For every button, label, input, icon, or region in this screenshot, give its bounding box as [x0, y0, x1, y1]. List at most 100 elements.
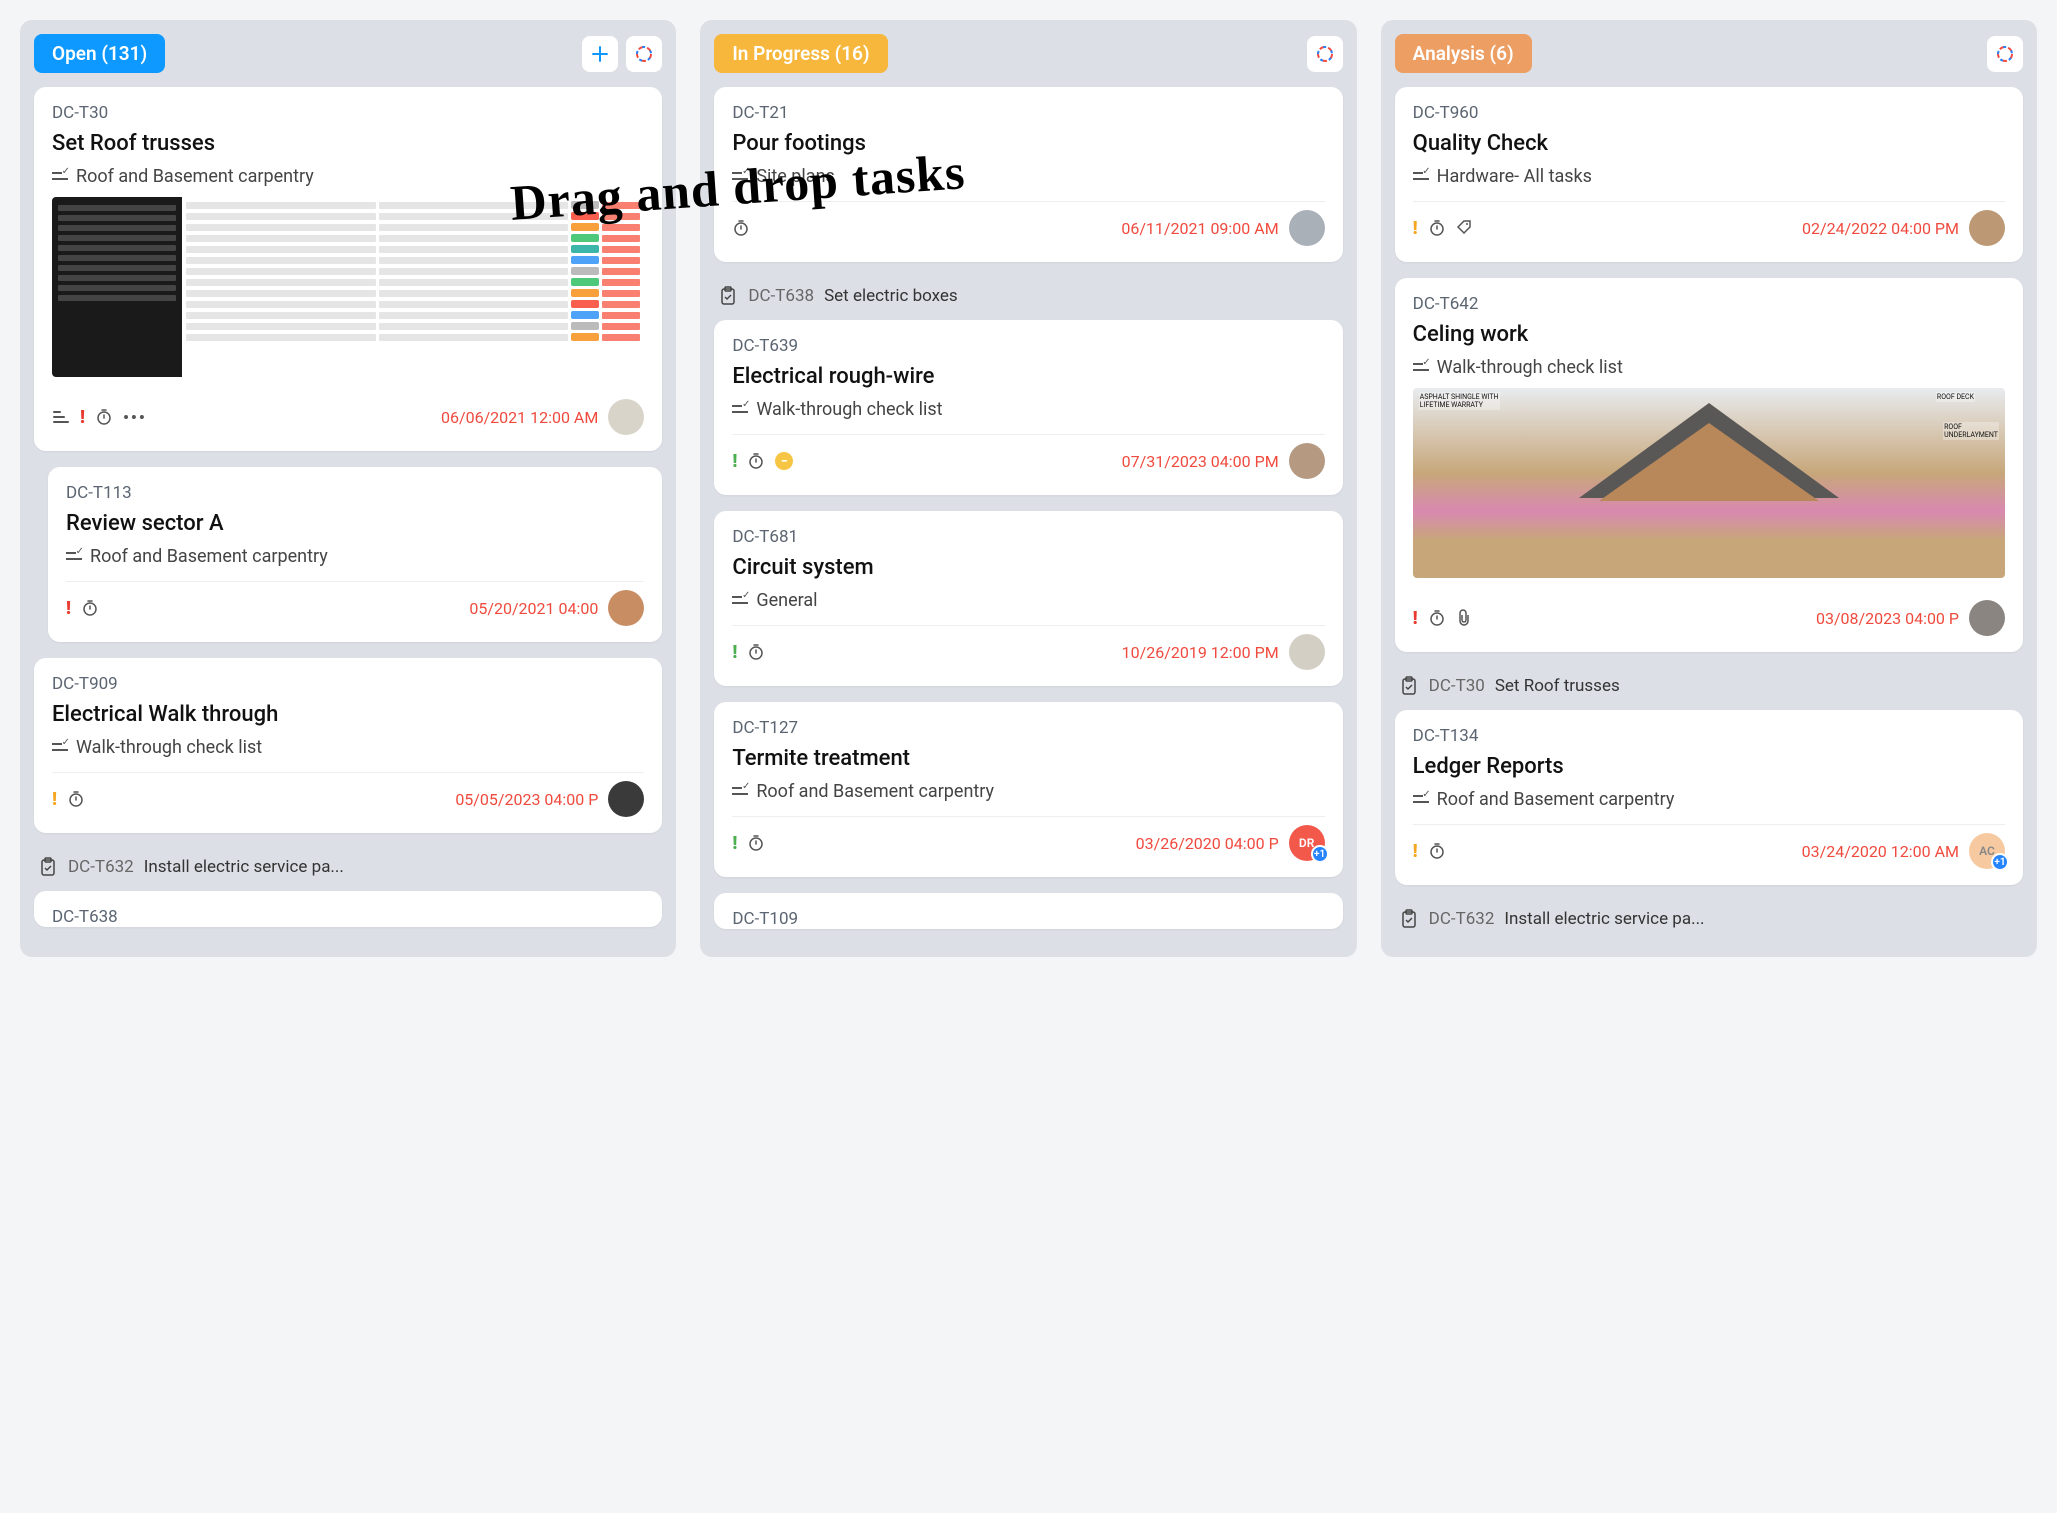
- task-date: 10/26/2019 12:00 PM: [1122, 643, 1279, 662]
- task-date: 03/08/2023 04:00 P: [1816, 609, 1959, 628]
- options-button[interactable]: [626, 36, 662, 72]
- linked-task[interactable]: DC-T638 Set electric boxes: [714, 278, 1342, 314]
- stopwatch-icon: [95, 408, 113, 426]
- add-task-button[interactable]: [582, 36, 618, 72]
- task-date: 05/05/2023 04:00 P: [455, 790, 598, 809]
- clipboard-icon: [38, 857, 58, 877]
- priority-icon: !: [66, 598, 71, 619]
- avatar-plus-badge: +1: [1311, 845, 1329, 863]
- avatar[interactable]: [1289, 210, 1325, 246]
- linked-task[interactable]: DC-T632 Install electric service pa...: [1395, 901, 2023, 937]
- circle-segments-icon: [1995, 44, 2015, 64]
- task-date: 06/11/2021 09:00 AM: [1121, 219, 1278, 238]
- task-card[interactable]: DC-T30 Set Roof trusses ✓ Roof and Basem…: [34, 87, 662, 451]
- task-list-name: Roof and Basement carpentry: [90, 546, 328, 567]
- task-id: DC-T21: [732, 103, 1324, 123]
- task-list-name: Site plans: [756, 166, 834, 187]
- column-pill-open[interactable]: Open (131): [34, 34, 165, 73]
- task-list: ✓ Walk-through check list: [732, 399, 1324, 420]
- task-list-name: Roof and Basement carpentry: [756, 781, 994, 802]
- task-list: ✓ Roof and Basement carpentry: [66, 546, 644, 567]
- avatar[interactable]: [608, 590, 644, 626]
- task-list-name: General: [756, 590, 817, 611]
- column-open: Open (131) DC-T30 Set Roof trusses ✓ Roo…: [20, 20, 676, 957]
- task-title: Review sector A: [66, 511, 644, 536]
- column-pill-analysis[interactable]: Analysis (6): [1395, 34, 1532, 73]
- stopwatch-icon: [67, 790, 85, 808]
- task-id: DC-T960: [1413, 103, 2005, 123]
- task-id: DC-T681: [732, 527, 1324, 547]
- task-id: DC-T127: [732, 718, 1324, 738]
- task-date: 03/24/2020 12:00 AM: [1802, 842, 1959, 861]
- options-button[interactable]: [1987, 36, 2023, 72]
- avatar[interactable]: AC +1: [1969, 833, 2005, 869]
- task-footer: 06/11/2021 09:00 AM: [732, 201, 1324, 246]
- avatar[interactable]: [1289, 443, 1325, 479]
- task-list-name: Roof and Basement carpentry: [76, 166, 314, 187]
- task-date: 07/31/2023 04:00 PM: [1122, 452, 1279, 471]
- task-card-partial[interactable]: DC-T638: [34, 891, 662, 927]
- avatar[interactable]: [1969, 210, 2005, 246]
- linked-task-id: DC-T638: [748, 286, 814, 306]
- task-card[interactable]: DC-T21 Pour footings ✓ Site plans 06/11/…: [714, 87, 1342, 262]
- linked-task-id: DC-T30: [1429, 676, 1485, 696]
- task-footer: ! ••• 06/06/2021 12:00 AM: [52, 391, 644, 435]
- linked-task[interactable]: DC-T30 Set Roof trusses: [1395, 668, 2023, 704]
- list-icon: ✓: [1413, 793, 1429, 807]
- list-icon: ✓: [52, 170, 68, 184]
- column-header: Analysis (6): [1395, 34, 2023, 73]
- plus-icon: [590, 44, 610, 64]
- task-date: 06/06/2021 12:00 AM: [441, 408, 598, 427]
- task-footer: ! 05/05/2023 04:00 P: [52, 772, 644, 817]
- task-card[interactable]: DC-T909 Electrical Walk through ✓ Walk-t…: [34, 658, 662, 833]
- task-card[interactable]: DC-T127 Termite treatment ✓ Roof and Bas…: [714, 702, 1342, 877]
- task-list-name: Hardware- All tasks: [1437, 166, 1592, 187]
- avatar[interactable]: [608, 399, 644, 435]
- task-title: Quality Check: [1413, 131, 2005, 156]
- task-card[interactable]: DC-T134 Ledger Reports ✓ Roof and Baseme…: [1395, 710, 2023, 885]
- task-id: DC-T642: [1413, 294, 2005, 314]
- avatar[interactable]: [1969, 600, 2005, 636]
- task-id: DC-T134: [1413, 726, 2005, 746]
- avatar[interactable]: [1289, 634, 1325, 670]
- task-title: Circuit system: [732, 555, 1324, 580]
- task-footer: ! 05/20/2021 04:00: [66, 581, 644, 626]
- column-pill-inprogress[interactable]: In Progress (16): [714, 34, 887, 73]
- avatar-plus-badge: +1: [1991, 853, 2009, 871]
- priority-icon: !: [1413, 218, 1418, 239]
- priority-icon: !: [732, 451, 737, 472]
- task-card-partial[interactable]: DC-T109: [714, 893, 1342, 929]
- more-icon[interactable]: •••: [123, 408, 147, 427]
- task-title: Electrical rough-wire: [732, 364, 1324, 389]
- task-id: DC-T109: [732, 909, 1324, 929]
- stopwatch-icon: [747, 643, 765, 661]
- task-card[interactable]: DC-T960 Quality Check ✓ Hardware- All ta…: [1395, 87, 2023, 262]
- task-date: 03/26/2020 04:00 P: [1136, 834, 1279, 853]
- linked-task-title: Install electric service pa...: [144, 857, 344, 877]
- avatar[interactable]: [608, 781, 644, 817]
- task-list-name: Roof and Basement carpentry: [1437, 789, 1675, 810]
- circle-segments-icon: [634, 44, 654, 64]
- avatar[interactable]: DR +1: [1289, 825, 1325, 861]
- task-footer: ! 02/24/2022 04:00 PM: [1413, 201, 2005, 246]
- list-icon: ✓: [66, 550, 82, 564]
- paperclip-icon: [1456, 609, 1472, 627]
- task-thumbnail: [52, 197, 644, 377]
- linked-task[interactable]: DC-T632 Install electric service pa...: [34, 849, 662, 885]
- options-button[interactable]: [1307, 36, 1343, 72]
- stopwatch-icon: [732, 219, 750, 237]
- task-card[interactable]: DC-T639 Electrical rough-wire ✓ Walk-thr…: [714, 320, 1342, 495]
- stopwatch-icon: [747, 452, 765, 470]
- list-icon: ✓: [52, 741, 68, 755]
- task-title: Pour footings: [732, 131, 1324, 156]
- stopwatch-icon: [81, 599, 99, 617]
- task-title: Electrical Walk through: [52, 702, 644, 727]
- task-card[interactable]: DC-T681 Circuit system ✓ General ! 10/26…: [714, 511, 1342, 686]
- task-card[interactable]: DC-T113 Review sector A ✓ Roof and Basem…: [48, 467, 662, 642]
- stopwatch-icon: [1428, 219, 1446, 237]
- task-list: ✓ Walk-through check list: [52, 737, 644, 758]
- priority-icon: !: [52, 789, 57, 810]
- list-icon: ✓: [732, 594, 748, 608]
- task-footer: ! − 07/31/2023 04:00 PM: [732, 434, 1324, 479]
- task-card[interactable]: DC-T642 Celing work ✓ Walk-through check…: [1395, 278, 2023, 652]
